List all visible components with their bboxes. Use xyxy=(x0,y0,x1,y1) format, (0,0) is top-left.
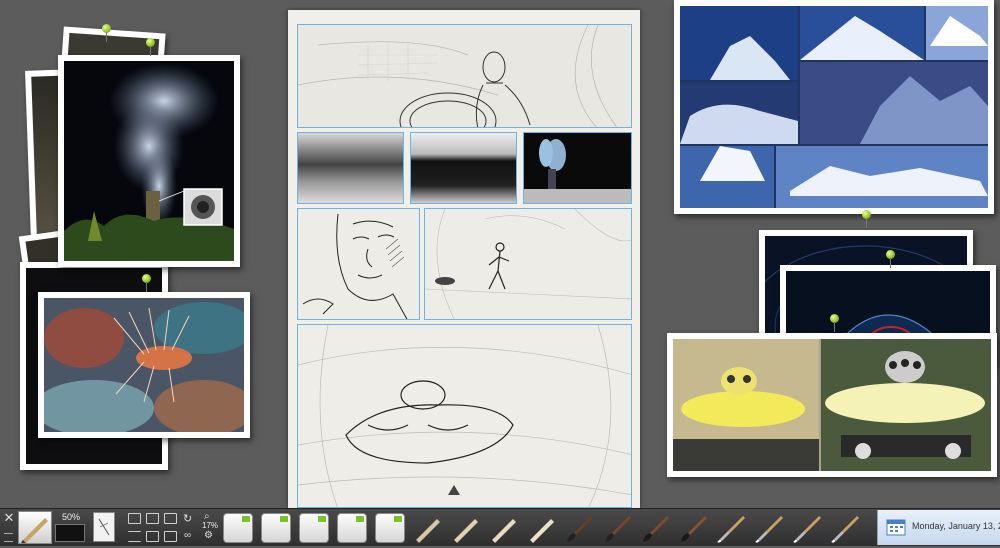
pin-top-left xyxy=(102,24,111,42)
tool-slot-pencil-1[interactable] xyxy=(412,513,442,543)
layers-icon[interactable] xyxy=(164,513,177,524)
comic-page[interactable] xyxy=(288,10,640,508)
calendar-icon xyxy=(886,519,906,536)
pin-lionfish xyxy=(142,274,151,292)
tool-slot-marker-5[interactable] xyxy=(375,513,405,543)
list-icon[interactable] xyxy=(128,531,141,542)
settings-icon[interactable]: ⚙ xyxy=(204,530,213,541)
submarines-image xyxy=(673,339,991,471)
import-icon[interactable] xyxy=(146,531,159,542)
tool-slot-marker-2[interactable] xyxy=(261,513,291,543)
marker-icon xyxy=(394,516,402,522)
taskbar-clock[interactable]: Monday, January 13, 2014 xyxy=(877,510,1000,545)
panel-1-sketch xyxy=(298,25,631,127)
open-folder-icon[interactable] xyxy=(128,513,141,524)
panel-2-fill xyxy=(298,133,403,203)
tool-slot-pencil-3[interactable] xyxy=(488,513,518,543)
color-swatch[interactable] xyxy=(55,524,85,542)
comic-panel-7[interactable] xyxy=(297,324,632,508)
rotate-icon[interactable]: ↻ xyxy=(183,512,192,525)
paper-preview-button[interactable] xyxy=(93,512,115,542)
art-canvas[interactable] xyxy=(0,0,1000,508)
tool-slot-marker-1[interactable] xyxy=(223,513,253,543)
tool-slot-pencil-4[interactable] xyxy=(526,513,556,543)
clock-date: Monday, January 13, 2014 xyxy=(912,521,1000,531)
close-tray-button[interactable]: ✕ xyxy=(2,511,16,525)
comic-panel-5[interactable] xyxy=(297,208,420,320)
panel-4-vent xyxy=(524,133,631,203)
pin-sphere xyxy=(886,250,895,268)
paper-icon xyxy=(98,518,110,536)
paintbrush-icon xyxy=(605,516,631,542)
lionfish-image xyxy=(44,298,244,432)
tool-slot-brush-3[interactable] xyxy=(640,513,670,543)
flat-brush-icon xyxy=(792,516,821,544)
zoom-label: 50% xyxy=(61,512,80,522)
pencil-icon xyxy=(414,519,440,543)
tool-slot-brush-2[interactable] xyxy=(602,513,632,543)
panel-6-diver xyxy=(425,209,631,319)
paintbrush-icon xyxy=(681,516,707,542)
vent-image xyxy=(64,63,234,261)
zoom-control[interactable]: 50% xyxy=(55,512,85,542)
iceberg-collage-image xyxy=(680,6,988,208)
pin-icebergs xyxy=(862,210,871,228)
comic-panel-4[interactable] xyxy=(523,132,632,204)
grid-view-icon[interactable] xyxy=(146,513,159,524)
photo-card-submarines[interactable] xyxy=(667,333,997,477)
marker-icon xyxy=(280,516,288,522)
current-tool-pencil[interactable] xyxy=(18,511,52,544)
photo-card-hydrothermal-vent[interactable] xyxy=(58,55,240,267)
panel-3-fill xyxy=(411,133,516,203)
tool-slot-marker-4[interactable] xyxy=(337,513,367,543)
tool-slot-pencil-2[interactable] xyxy=(450,513,480,543)
pencil-icon xyxy=(528,519,554,543)
tool-slot-brush-4[interactable] xyxy=(678,513,708,543)
tool-slot-flat-brush-4[interactable] xyxy=(830,513,860,544)
flat-brush-icon xyxy=(830,516,859,544)
flat-brush-icon xyxy=(754,516,783,544)
marker-icon xyxy=(318,516,326,522)
panel-5-face xyxy=(298,209,419,319)
pin-submarines xyxy=(830,314,839,332)
comic-panel-6[interactable] xyxy=(424,208,632,320)
comic-panel-2[interactable] xyxy=(297,132,404,204)
export-icon[interactable] xyxy=(164,531,177,542)
flat-brush-icon xyxy=(716,516,745,544)
tool-slot-brush-1[interactable] xyxy=(564,513,594,543)
marker-icon xyxy=(242,516,250,522)
tool-tray: ✕ 50% ↻ ⌕ 17% ∞ ⚙ xyxy=(0,508,1000,546)
tool-slot-flat-brush-2[interactable] xyxy=(754,513,784,544)
zoom-percent-small: 17% xyxy=(202,521,219,530)
close-icon: ✕ xyxy=(3,510,15,525)
marker-icon xyxy=(356,516,364,522)
photo-card-lionfish[interactable] xyxy=(38,292,250,438)
tool-slot-flat-brush-1[interactable] xyxy=(716,513,746,544)
panel-7-submarine xyxy=(298,325,631,507)
paintbrush-icon xyxy=(567,516,593,542)
pin-vent xyxy=(146,38,155,56)
link-icon[interactable]: ∞ xyxy=(184,530,191,541)
tool-slot-marker-3[interactable] xyxy=(299,513,329,543)
photo-card-iceberg-collage[interactable] xyxy=(674,0,994,214)
pencil-icon xyxy=(21,518,48,543)
paintbrush-icon xyxy=(643,516,669,542)
pencil-icon xyxy=(452,519,478,543)
comic-panel-3[interactable] xyxy=(410,132,517,204)
tray-menu-icon[interactable] xyxy=(4,533,13,542)
tool-slot-flat-brush-3[interactable] xyxy=(792,513,822,544)
comic-panel-1[interactable] xyxy=(297,24,632,128)
pencil-icon xyxy=(490,519,516,543)
